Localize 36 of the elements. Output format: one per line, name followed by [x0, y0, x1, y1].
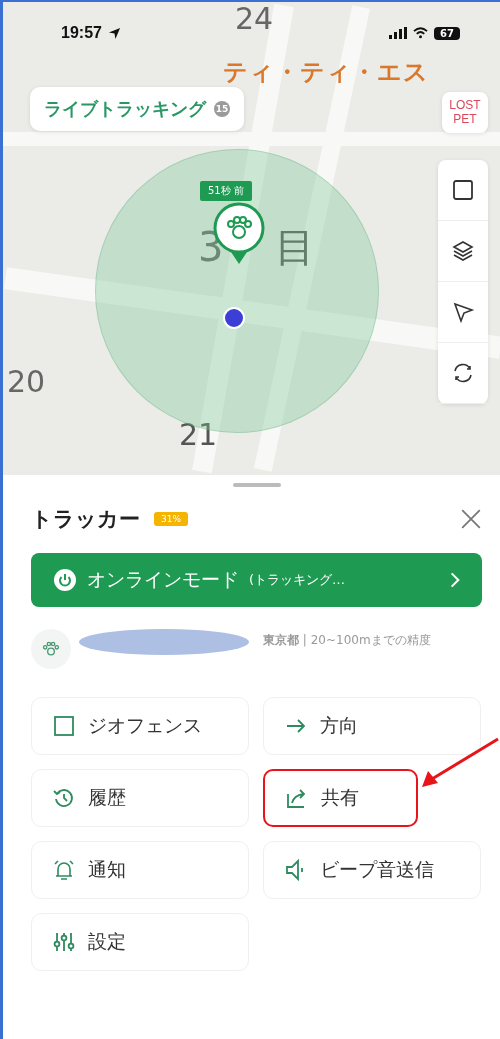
drag-handle[interactable] — [232, 483, 281, 487]
action-button[interactable]: ビープ音送信 — [263, 841, 481, 899]
close-icon[interactable] — [460, 508, 482, 530]
action-button[interactable]: 通知 — [31, 841, 249, 899]
online-mode-button[interactable]: オンラインモード (トラッキング… — [31, 553, 482, 607]
alarm-icon — [52, 858, 76, 882]
last-update-tag: 51秒 前 — [200, 181, 252, 201]
square-icon — [52, 714, 76, 738]
live-tracking-button[interactable]: ライブトラッキング 15 — [30, 87, 244, 131]
map-label: 目 — [275, 227, 315, 267]
location-text: 東京都 | 20~100mまでの精度 — [263, 632, 431, 649]
power-icon — [53, 568, 77, 592]
location-arrow-icon — [107, 26, 121, 40]
map-label: 21 — [179, 420, 218, 450]
sheet-title: トラッカー — [31, 506, 140, 533]
map-label: ティ・ティ・エス — [223, 60, 429, 84]
chevron-right-icon — [450, 571, 460, 589]
history-icon — [52, 786, 76, 810]
action-button[interactable]: 設定 — [31, 913, 249, 971]
action-button[interactable]: 共有 — [263, 769, 418, 827]
map-label: 20 — [7, 367, 46, 397]
online-mode-detail: (トラッキング… — [249, 571, 346, 589]
wifi-icon — [413, 27, 429, 39]
count-badge: 15 — [214, 101, 230, 117]
lost-pet-button[interactable]: LOST PET — [442, 92, 488, 133]
online-mode-label: オンラインモード — [87, 567, 239, 592]
map-label: 24 — [235, 4, 274, 34]
action-button[interactable]: 方向 — [263, 697, 481, 755]
action-button[interactable]: 履歴 — [31, 769, 249, 827]
sliders-icon — [52, 930, 76, 954]
battery-indicator: 67 — [434, 26, 460, 40]
status-time: 19:57 — [61, 24, 102, 42]
paw-icon — [31, 629, 71, 669]
battery-badge: 31% — [154, 512, 188, 526]
signal-icon — [389, 27, 408, 39]
action-button[interactable]: ジオフェンス — [31, 697, 249, 755]
